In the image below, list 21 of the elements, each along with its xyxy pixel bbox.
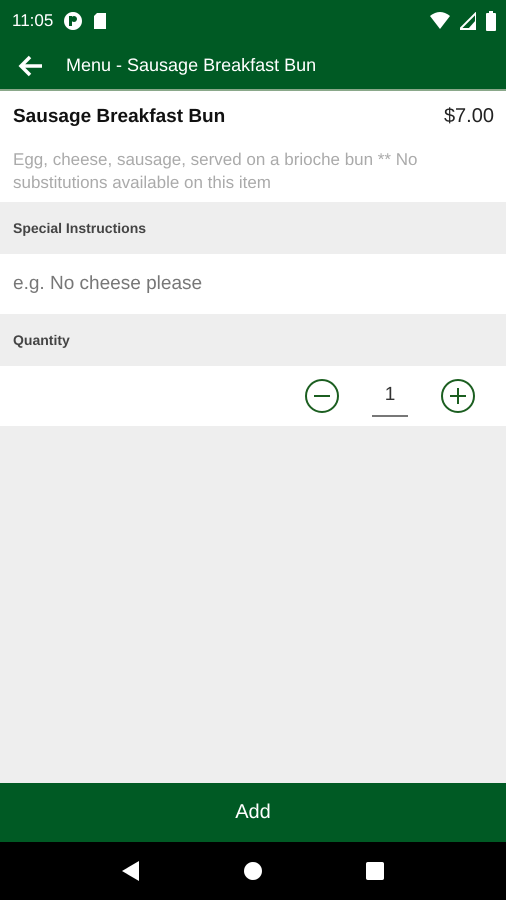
sd-card-icon bbox=[93, 12, 108, 30]
back-icon[interactable] bbox=[121, 860, 141, 882]
minus-button[interactable] bbox=[304, 378, 340, 414]
instructions-field[interactable]: e.g. No cheese please bbox=[0, 254, 506, 314]
home-icon[interactable] bbox=[243, 861, 263, 881]
add-button[interactable]: Add bbox=[0, 783, 506, 842]
wifi-icon bbox=[430, 12, 450, 30]
battery-icon bbox=[486, 11, 496, 31]
app-notification-icon bbox=[63, 11, 84, 31]
quantity-field[interactable]: 1 bbox=[372, 376, 408, 416]
section-label: Special Instructions bbox=[12, 219, 148, 238]
status-time: 11:05 bbox=[12, 11, 54, 31]
item-name: Sausage Breakfast Bun bbox=[13, 106, 226, 128]
plus-button[interactable] bbox=[440, 378, 476, 414]
back-arrow-icon[interactable] bbox=[18, 54, 44, 76]
signal-icon bbox=[460, 12, 476, 30]
item-price: $7.00 bbox=[444, 105, 494, 128]
recents-icon[interactable] bbox=[365, 861, 385, 881]
section-label: Quantity bbox=[12, 331, 71, 350]
screen-title: Menu - Sausage Breakfast Bun bbox=[66, 55, 316, 76]
item-description: Egg, cheese, sausage, served on a brioche bun ** No substitutions available on this item bbox=[13, 149, 418, 194]
